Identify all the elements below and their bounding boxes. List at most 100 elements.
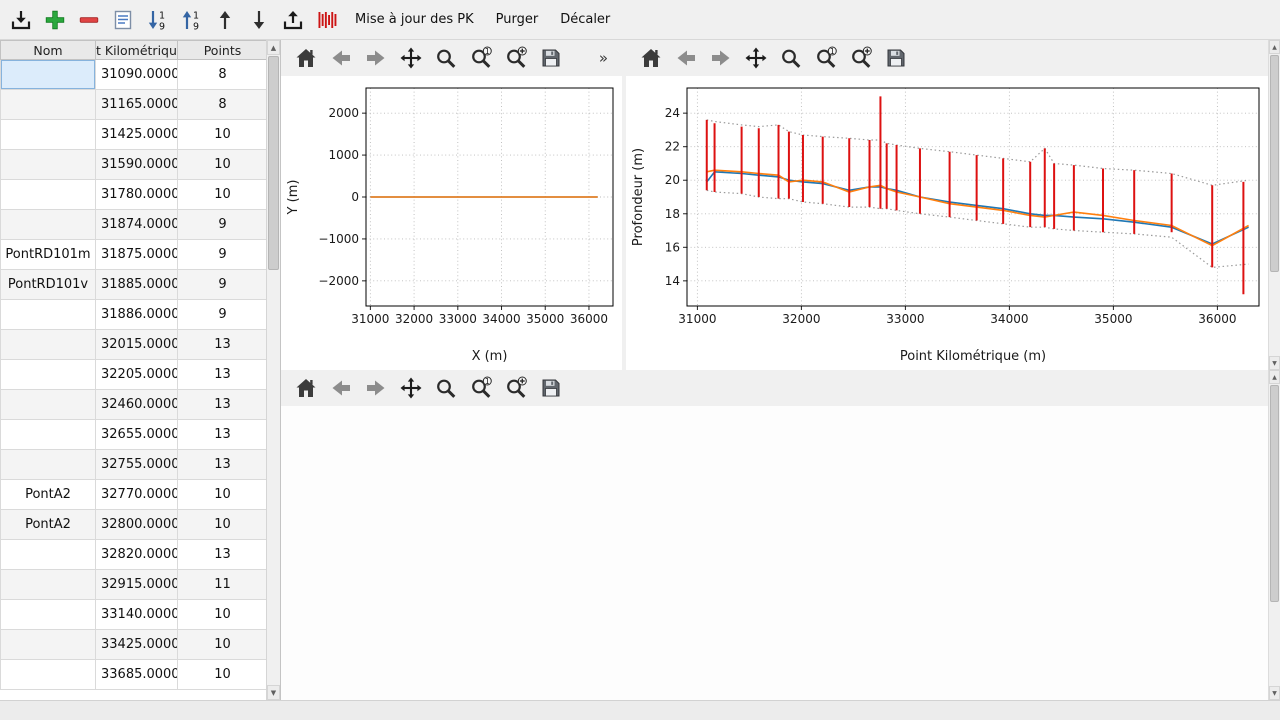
table-cell[interactable]: 33140.0000: [96, 600, 178, 630]
scroll-up-button[interactable]: ▲: [1269, 370, 1280, 384]
home-button[interactable]: [293, 45, 319, 71]
import-button[interactable]: [6, 5, 36, 35]
add-row-button[interactable]: [40, 5, 70, 35]
top-plots-scrollbar[interactable]: ▲ ▼: [1268, 40, 1280, 370]
table-cell[interactable]: PontRD101v: [1, 270, 96, 300]
scroll-down-button[interactable]: ▼: [1269, 356, 1280, 370]
zoom-plus-button[interactable]: [503, 375, 529, 401]
table-cell[interactable]: 31886.0000: [96, 300, 178, 330]
table-cell[interactable]: 10: [178, 150, 268, 180]
zoom-one-button[interactable]: 1: [468, 375, 494, 401]
pan-button[interactable]: [743, 45, 769, 71]
table-cell[interactable]: 9: [178, 270, 268, 300]
table-cell[interactable]: 31874.0000: [96, 210, 178, 240]
table-cell[interactable]: [1, 210, 96, 240]
figure2-plot[interactable]: 3100032000330003400035000360001416182022…: [626, 76, 1268, 370]
scrollbar-thumb[interactable]: [268, 56, 279, 270]
sort-numeric-desc-button[interactable]: 19: [142, 5, 172, 35]
figure1-plot[interactable]: 310003200033000340003500036000−2000−1000…: [281, 76, 622, 370]
table-cell[interactable]: 32655.0000: [96, 420, 178, 450]
shift-button[interactable]: Décaler: [551, 7, 619, 32]
table-cell[interactable]: 31425.0000: [96, 120, 178, 150]
table-cell[interactable]: 9: [178, 210, 268, 240]
table-cell[interactable]: 13: [178, 420, 268, 450]
save-figure-button[interactable]: [883, 45, 909, 71]
scrollbar-track[interactable]: [1269, 54, 1280, 356]
table-cell[interactable]: 31590.0000: [96, 150, 178, 180]
profiles-button[interactable]: [312, 5, 342, 35]
forward-button[interactable]: [363, 375, 389, 401]
table-cell[interactable]: 10: [178, 510, 268, 540]
table-cell[interactable]: [1, 540, 96, 570]
table-cell[interactable]: [1, 360, 96, 390]
table-cell[interactable]: [1, 150, 96, 180]
purge-button[interactable]: Purger: [487, 7, 548, 32]
table-cell[interactable]: 31885.0000: [96, 270, 178, 300]
zoom-button[interactable]: [778, 45, 804, 71]
column-header-1[interactable]: t Kilométrique: [96, 41, 178, 60]
table-cell[interactable]: 33685.0000: [96, 660, 178, 690]
table-cell[interactable]: 31875.0000: [96, 240, 178, 270]
table-cell[interactable]: 10: [178, 660, 268, 690]
column-header-0[interactable]: Nom: [1, 41, 96, 60]
table-cell[interactable]: [1, 420, 96, 450]
back-button[interactable]: [328, 375, 354, 401]
figure2-canvas[interactable]: 3100032000330003400035000360001416182022…: [626, 76, 1268, 370]
scroll-up-button[interactable]: ▲: [267, 40, 280, 55]
table-cell[interactable]: PontA2: [1, 510, 96, 540]
table-cell[interactable]: [1, 60, 96, 90]
table-cell[interactable]: [1, 630, 96, 660]
table-cell[interactable]: 13: [178, 390, 268, 420]
zoom-button[interactable]: [433, 45, 459, 71]
table-cell[interactable]: 13: [178, 450, 268, 480]
table-cell[interactable]: 31780.0000: [96, 180, 178, 210]
table-cell[interactable]: 10: [178, 480, 268, 510]
column-header-2[interactable]: Points: [178, 41, 268, 60]
update-pk-button[interactable]: Mise à jour des PK: [346, 7, 483, 32]
toolbar-overflow-chevron[interactable]: »: [599, 49, 610, 67]
pan-button[interactable]: [398, 375, 424, 401]
table-cell[interactable]: 31165.0000: [96, 90, 178, 120]
home-button[interactable]: [638, 45, 664, 71]
edit-list-button[interactable]: [108, 5, 138, 35]
table-cell[interactable]: [1, 330, 96, 360]
table-cell[interactable]: 32820.0000: [96, 540, 178, 570]
forward-button[interactable]: [708, 45, 734, 71]
table-cell[interactable]: 32800.0000: [96, 510, 178, 540]
save-figure-button[interactable]: [538, 45, 564, 71]
table-cell[interactable]: 10: [178, 630, 268, 660]
table-cell[interactable]: [1, 600, 96, 630]
table-cell[interactable]: 32755.0000: [96, 450, 178, 480]
table-cell[interactable]: 32015.0000: [96, 330, 178, 360]
table-cell[interactable]: [1, 450, 96, 480]
table-cell[interactable]: [1, 570, 96, 600]
table-cell[interactable]: [1, 90, 96, 120]
table-cell[interactable]: 9: [178, 300, 268, 330]
table-cell[interactable]: [1, 120, 96, 150]
table-scrollbar[interactable]: ▲ ▼: [266, 40, 280, 700]
table-cell[interactable]: 10: [178, 180, 268, 210]
move-down-button[interactable]: [244, 5, 274, 35]
table-cell[interactable]: 31090.0000: [96, 60, 178, 90]
scroll-down-button[interactable]: ▼: [1269, 686, 1280, 700]
remove-row-button[interactable]: [74, 5, 104, 35]
figure1-canvas[interactable]: 310003200033000340003500036000−2000−1000…: [281, 76, 622, 370]
table-cell[interactable]: PontRD101m: [1, 240, 96, 270]
scroll-up-button[interactable]: ▲: [1269, 40, 1280, 54]
table-cell[interactable]: 8: [178, 90, 268, 120]
table-cell[interactable]: 13: [178, 360, 268, 390]
zoom-button[interactable]: [433, 375, 459, 401]
table-cell[interactable]: [1, 660, 96, 690]
table-cell[interactable]: 8: [178, 60, 268, 90]
table-cell[interactable]: 33425.0000: [96, 630, 178, 660]
zoom-one-button[interactable]: 1: [468, 45, 494, 71]
scrollbar-thumb[interactable]: [1270, 55, 1279, 272]
table-cell[interactable]: [1, 390, 96, 420]
back-button[interactable]: [328, 45, 354, 71]
sort-numeric-asc-button[interactable]: 19: [176, 5, 206, 35]
table-cell[interactable]: 32915.0000: [96, 570, 178, 600]
scrollbar-thumb[interactable]: [1270, 385, 1279, 602]
figure3-canvas[interactable]: [281, 406, 1268, 700]
table-cell[interactable]: 10: [178, 600, 268, 630]
scrollbar-track[interactable]: [1269, 384, 1280, 686]
